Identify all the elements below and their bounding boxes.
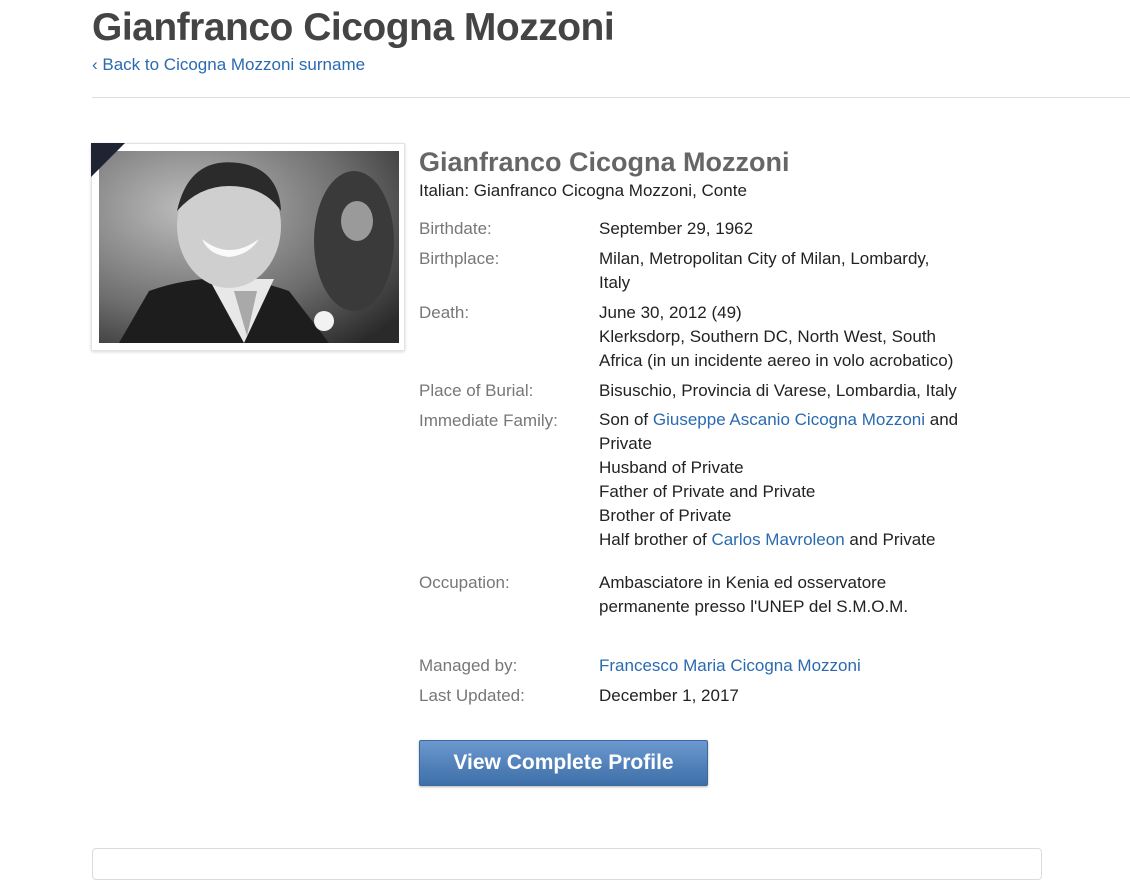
back-to-surname-link[interactable]: ‹ Back to Cicogna Mozzoni surname	[92, 55, 365, 75]
updated-value: December 1, 2017	[599, 686, 739, 705]
portrait-photo-icon	[99, 151, 399, 343]
death-date: June 30, 2012 (49)	[599, 303, 742, 322]
profile-photo[interactable]	[91, 143, 405, 351]
family-husband-line: Husband of Private	[599, 458, 744, 477]
death-place-line: Klerksdorp, Southern DC, North West, Sou…	[599, 327, 937, 346]
burial-label: Place of Burial:	[419, 381, 534, 400]
managed-label: Managed by:	[419, 656, 518, 675]
birthdate-label: Birthdate:	[419, 219, 492, 238]
death-value: June 30, 2012 (49) Klerksdorp, Southern …	[599, 301, 999, 373]
memorial-ribbon-icon	[91, 143, 125, 177]
birthplace-label: Birthplace:	[419, 249, 500, 268]
birthplace-line: Italy	[599, 273, 631, 292]
alternate-name: Italian: Gianfranco Cicogna Mozzoni, Con…	[419, 181, 747, 200]
view-complete-profile-button[interactable]: View Complete Profile	[419, 740, 708, 786]
occupation-line: permanente presso l'UNEP del S.M.O.M.	[599, 597, 909, 616]
birthdate-value: September 29, 1962	[599, 219, 754, 238]
burial-value: Bisuschio, Provincia di Varese, Lombardi…	[599, 381, 957, 400]
family-father-line: Father of Private and Private	[599, 482, 816, 501]
family-label: Immediate Family:	[419, 411, 558, 430]
occupation-line: Ambasciatore in Kenia ed osservatore	[599, 573, 887, 592]
header-divider	[92, 97, 1130, 98]
death-place-line: Africa (in un incidente aereo in volo ac…	[599, 351, 954, 370]
managed-by-link[interactable]: Francesco Maria Cicogna Mozzoni	[599, 654, 861, 678]
occupation-label: Occupation:	[419, 573, 510, 592]
family-son-line-2: Private	[599, 434, 652, 453]
page-title: Gianfranco Cicogna Mozzoni	[92, 6, 615, 49]
family-text: Son of	[599, 410, 653, 429]
profile-name: Gianfranco Cicogna Mozzoni	[419, 147, 790, 177]
birthplace-line: Milan, Metropolitan City of Milan, Lomba…	[599, 249, 930, 268]
father-link[interactable]: Giuseppe Ascanio Cicogna Mozzoni	[653, 410, 925, 429]
family-half-brother-line: Half brother of Carlos Mavroleon and Pri…	[599, 528, 999, 552]
updated-label: Last Updated:	[419, 686, 525, 705]
family-text: and	[925, 410, 959, 429]
half-brother-link[interactable]: Carlos Mavroleon	[711, 530, 844, 549]
death-label: Death:	[419, 303, 470, 322]
occupation-value: Ambasciatore in Kenia ed osservatore per…	[599, 571, 999, 619]
family-son-line: Son of Giuseppe Ascanio Cicogna Mozzoni …	[599, 408, 999, 432]
family-text: Half brother of	[599, 530, 712, 549]
family-text: and Private	[844, 530, 936, 549]
birthplace-value: Milan, Metropolitan City of Milan, Lomba…	[599, 247, 999, 295]
family-value: Son of Giuseppe Ascanio Cicogna Mozzoni …	[599, 408, 999, 552]
family-brother-line: Brother of Private	[599, 506, 732, 525]
bottom-panel	[92, 848, 1042, 880]
